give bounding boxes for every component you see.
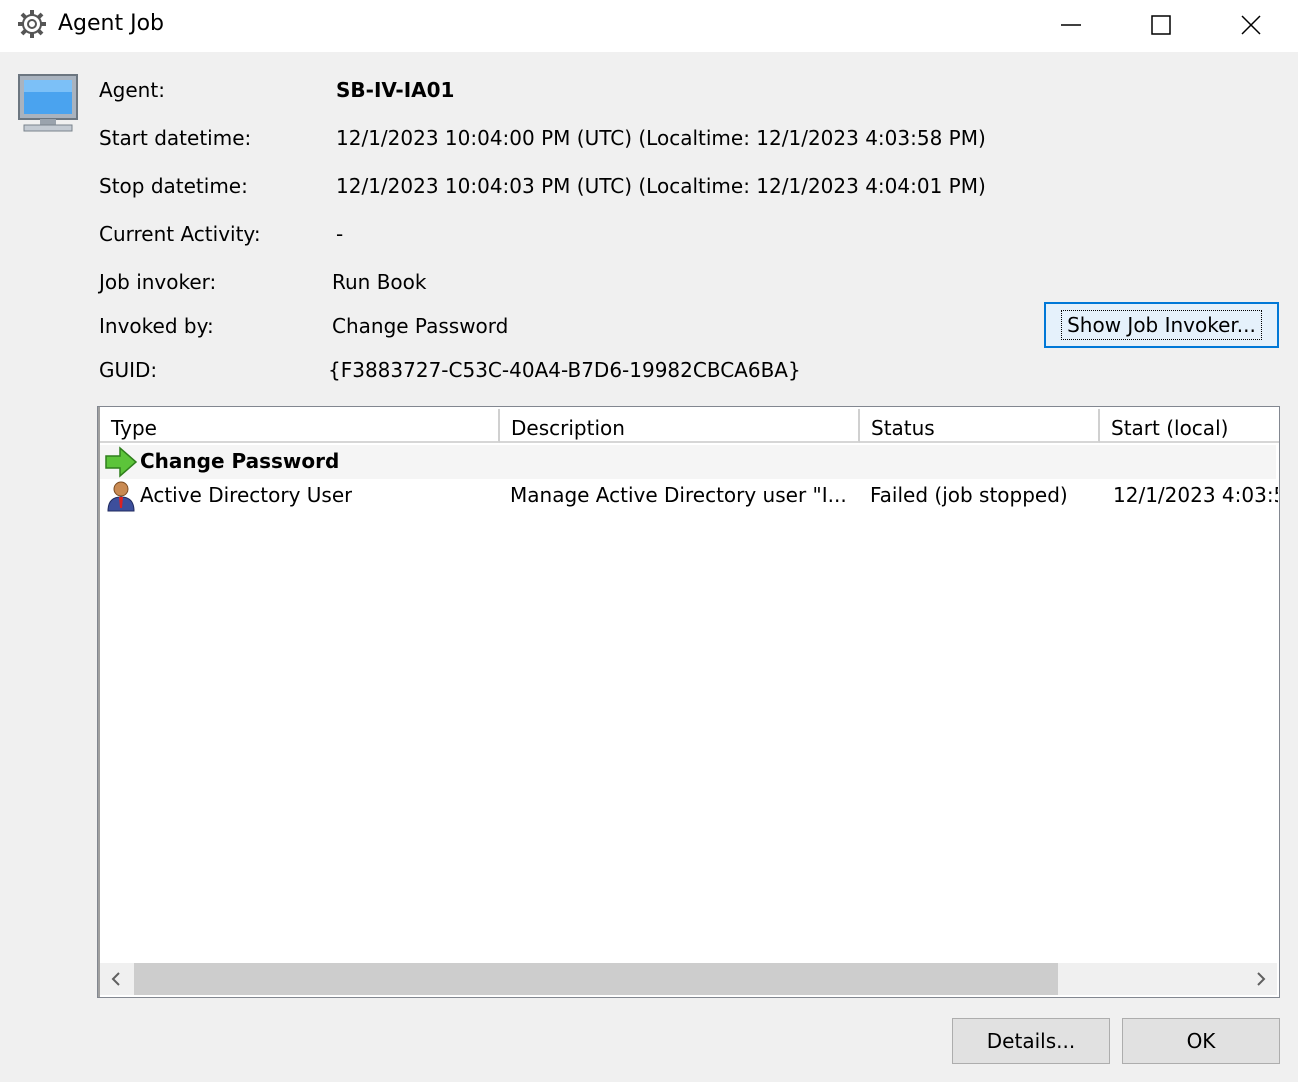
show-job-invoker-button[interactable]: Show Job Invoker... xyxy=(1044,302,1279,348)
close-icon xyxy=(1241,15,1261,35)
ok-button[interactable]: OK xyxy=(1122,1018,1280,1064)
minimize-button[interactable] xyxy=(1026,0,1116,50)
maximize-icon xyxy=(1151,15,1171,35)
invoked-by-label: Invoked by: xyxy=(99,314,214,338)
stop-datetime-value: 12/1/2023 10:04:03 PM (UTC) (Localtime: … xyxy=(336,174,986,198)
ok-button-label: OK xyxy=(1186,1029,1216,1053)
start-datetime-label: Start datetime: xyxy=(99,126,252,150)
scroll-left-button[interactable] xyxy=(100,963,132,995)
close-button[interactable] xyxy=(1206,0,1296,50)
column-header-status[interactable]: Status xyxy=(860,409,1100,443)
row-status: Failed (job stopped) xyxy=(870,483,1068,507)
table-row[interactable]: Active Directory User Manage Active Dire… xyxy=(100,479,1278,513)
column-header-type[interactable]: Type xyxy=(100,409,500,443)
horizontal-scrollbar[interactable] xyxy=(100,963,1277,995)
group-label: Change Password xyxy=(140,449,340,473)
row-type: Active Directory User xyxy=(140,483,353,507)
green-arrow-icon xyxy=(105,446,138,478)
details-button[interactable]: Details... xyxy=(952,1018,1110,1064)
invoked-by-value: Change Password xyxy=(332,314,509,338)
agent-label: Agent: xyxy=(99,78,165,102)
scroll-thumb[interactable] xyxy=(134,963,1058,995)
chevron-left-icon xyxy=(111,972,120,986)
column-header-description[interactable]: Description xyxy=(500,409,860,443)
current-activity-label: Current Activity: xyxy=(99,222,261,246)
window-edge xyxy=(1298,0,1302,1082)
show-job-invoker-label: Show Job Invoker... xyxy=(1061,310,1262,340)
start-datetime-value: 12/1/2023 10:04:00 PM (UTC) (Localtime: … xyxy=(336,126,986,150)
row-description: Manage Active Directory user "I... xyxy=(510,483,847,507)
computer-monitor-icon xyxy=(18,74,78,132)
ad-user-icon xyxy=(107,481,135,512)
guid-label: GUID: xyxy=(99,358,158,382)
agent-value: SB-IV-IA01 xyxy=(336,78,455,102)
details-button-label: Details... xyxy=(986,1029,1076,1053)
job-invoker-value: Run Book xyxy=(332,270,427,294)
gear-icon xyxy=(18,10,46,38)
job-items-list[interactable]: Type Description Status Start (local) Ch… xyxy=(97,406,1280,998)
chevron-right-icon xyxy=(1257,972,1266,986)
title-bar: Agent Job xyxy=(0,0,1298,52)
group-row[interactable]: Change Password xyxy=(100,445,1276,479)
job-invoker-label: Job invoker: xyxy=(99,270,217,294)
current-activity-value: - xyxy=(336,222,344,246)
scroll-right-button[interactable] xyxy=(1245,963,1277,995)
stop-datetime-label: Stop datetime: xyxy=(99,174,248,198)
row-start: 12/1/2023 4:03:5 xyxy=(1113,483,1278,507)
maximize-button[interactable] xyxy=(1116,0,1206,50)
window-title: Agent Job xyxy=(58,11,165,36)
minimize-icon xyxy=(1061,24,1081,26)
column-header-start[interactable]: Start (local) xyxy=(1100,409,1279,443)
guid-value: {F3883727-C53C-40A4-B7D6-19982CBCA6BA} xyxy=(328,358,801,382)
